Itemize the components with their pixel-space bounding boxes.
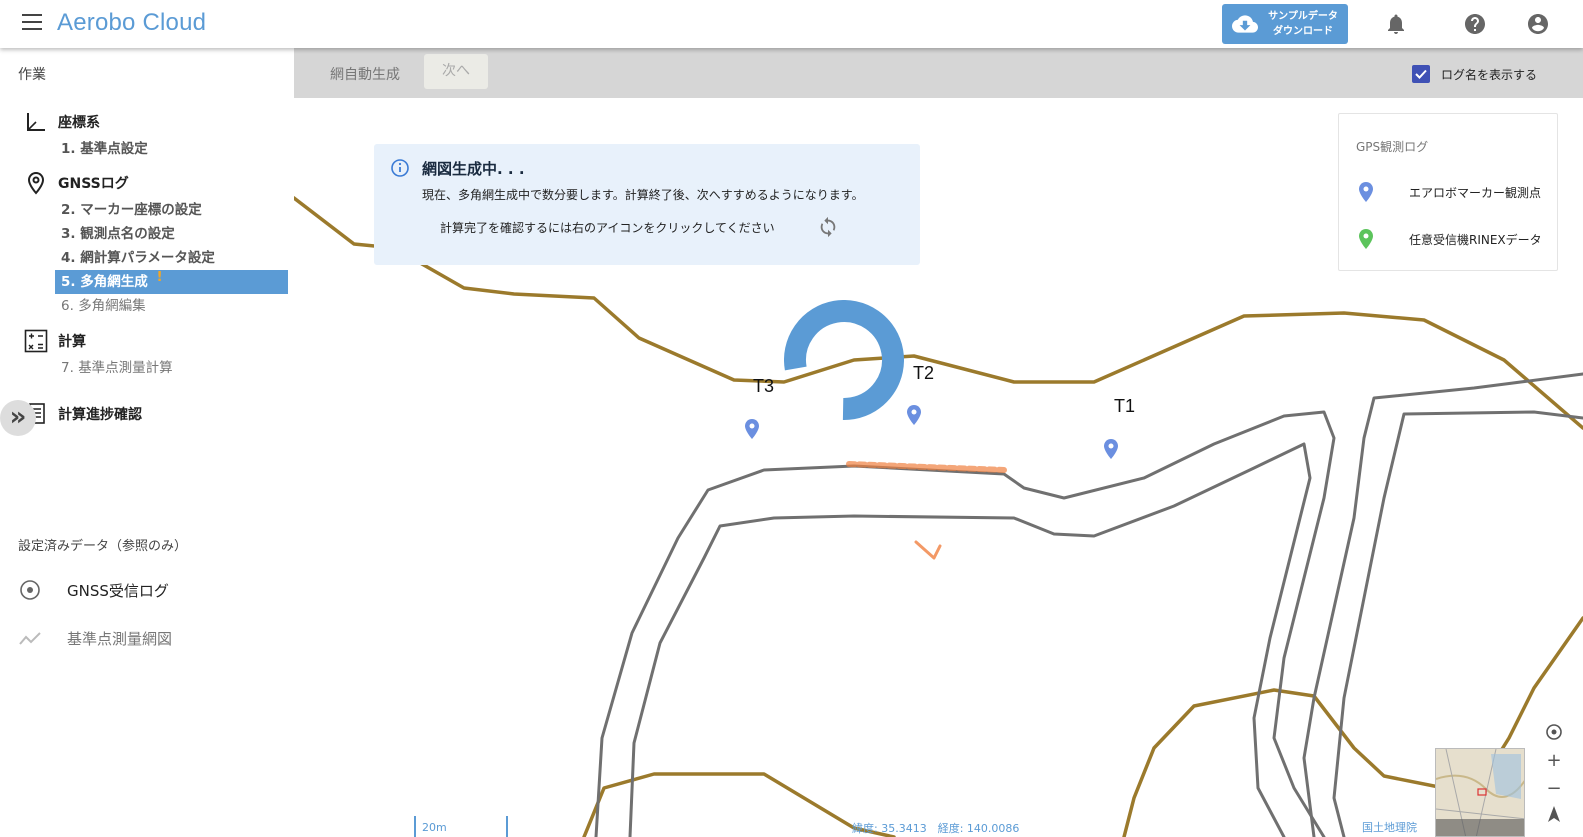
green-pin-icon (1359, 229, 1373, 249)
info-icon (391, 159, 409, 177)
info-message: 現在、多角網生成中で数分要します。計算終了後、次へすすめるようになります。 (422, 188, 864, 202)
map-view[interactable]: T3 T2 T1 網図生成中. . . 現在、多角網生成中で数分要します。計算終… (294, 98, 1583, 837)
sidebar-step-6[interactable]: 6. 多角網編集 (55, 294, 288, 318)
sidebar-step-4[interactable]: 4. 網計算パラメータ設定 (55, 246, 288, 270)
step-label: 多角網編集 (78, 298, 146, 314)
axis-icon (27, 113, 45, 131)
legend-item-label: 任意受信機RINEXデータ (1409, 232, 1542, 247)
sidebar-group-label: 計算進捗確認 (58, 407, 142, 423)
step-number: 4. (61, 250, 76, 266)
sidebar: 作業 座標系 1. 基準点設定 GNSSログ 2. マーカー座標の設定 3. 観… (0, 48, 294, 837)
help-icon[interactable] (1463, 12, 1487, 36)
legend-item-label: エアロボマーカー観測点 (1409, 185, 1542, 200)
reference-item-network[interactable]: 基準点測量網図 (18, 626, 172, 650)
sidebar-step-2[interactable]: 2. マーカー座標の設定 (55, 198, 288, 222)
next-button[interactable]: 次へ (424, 54, 488, 89)
sidebar-group-label: 座標系 (58, 115, 100, 131)
zoom-out-icon[interactable]: − (1543, 778, 1565, 800)
step-label: マーカー座標の設定 (80, 202, 202, 218)
download-label-1: サンプルデータ (1268, 11, 1338, 22)
sidebar-group-gnss[interactable]: GNSSログ (24, 171, 129, 195)
toolbar: 網自動生成 次へ ログ名を表示する (294, 48, 1583, 98)
step-label: 観測点名の設定 (80, 226, 175, 242)
location-pin-icon (27, 171, 45, 195)
account-icon[interactable] (1526, 12, 1550, 36)
cloud-download-icon (1232, 15, 1258, 33)
menu-icon[interactable] (22, 14, 42, 32)
step-number: 2. (61, 202, 76, 218)
scale-label: 20m (422, 821, 447, 834)
map-footer: 20m 緯度: 35.3413 経度: 140.0086 国土地理院 (294, 816, 1583, 837)
sidebar-step-1[interactable]: 1. 基準点設定 (55, 137, 288, 161)
blue-pin-icon (1359, 182, 1373, 202)
point-label-t2: T2 (913, 363, 935, 383)
legend-item-aerobo-marker: エアロボマーカー観測点 (1359, 182, 1541, 202)
reference-item-label: 基準点測量網図 (67, 629, 173, 648)
zoom-in-icon[interactable]: + (1543, 750, 1565, 772)
road-gray-inner (628, 442, 1312, 837)
step-number: 3. (61, 226, 76, 242)
step-label: 基準点測量計算 (78, 360, 173, 376)
bell-icon[interactable] (1384, 12, 1408, 36)
generation-info-alert: 網図生成中. . . 現在、多角網生成中で数分要します。計算終了後、次へすすめる… (374, 144, 920, 265)
step-number: 5. (61, 274, 76, 290)
map-marking-2 (914, 540, 942, 560)
legend-title: GPS観測ログ (1356, 140, 1429, 154)
warning-mark: ! (156, 269, 163, 285)
reference-section-title: 設定済みデータ（参照のみ） (18, 539, 188, 554)
app-title: Aerobo Cloud (57, 9, 207, 36)
step-label: 網計算パラメータ設定 (80, 250, 215, 266)
marker-pin-icon[interactable] (745, 419, 759, 439)
reference-item-gnss-log[interactable]: GNSS受信ログ (18, 578, 169, 602)
step-number: 6. (61, 298, 74, 314)
sidebar-group-progress[interactable]: 計算進捗確認 (24, 402, 142, 426)
reference-item-label: GNSS受信ログ (67, 581, 169, 600)
show-log-names-label: ログ名を表示する (1441, 68, 1538, 82)
collapse-sidebar-icon[interactable]: » (0, 400, 36, 436)
sidebar-group-label: GNSSログ (58, 176, 129, 192)
sidebar-step-7[interactable]: 7. 基準点測量計算 (55, 356, 288, 380)
target-icon (20, 580, 40, 600)
gps-log-legend: GPS観測ログ エアロボマーカー観測点 任意受信機RINEXデータ (1338, 113, 1558, 271)
map-marking (846, 461, 1007, 473)
calculator-icon (24, 329, 48, 353)
my-location-icon[interactable] (1543, 722, 1565, 744)
info-hint: 計算完了を確認するには右のアイコンをクリックしてください (440, 221, 775, 235)
sidebar-group-calc[interactable]: 計算 (24, 329, 86, 353)
attribution-link[interactable]: 国土地理院 (1362, 819, 1417, 835)
step-number: 1. (61, 141, 76, 157)
sample-data-download-button[interactable]: サンプルデータ ダウンロード (1222, 4, 1348, 44)
trend-line-icon (19, 632, 41, 645)
cursor-coordinates: 緯度: 35.3413 経度: 140.0086 (852, 822, 1020, 835)
step-label: 多角網生成 (80, 274, 148, 290)
legend-item-rinex: 任意受信機RINEXデータ (1359, 229, 1542, 249)
sidebar-section-title: 作業 (18, 67, 46, 83)
point-label-t3: T3 (753, 376, 775, 396)
sidebar-group-coordinate[interactable]: 座標系 (24, 110, 100, 134)
sidebar-step-5[interactable]: 5. 多角網生成 ! (55, 269, 288, 294)
marker-pin-icon[interactable] (1104, 439, 1118, 459)
show-log-names-checkbox[interactable] (1412, 65, 1430, 83)
point-label-t1: T1 (1114, 396, 1136, 416)
marker-pin-icon[interactable] (907, 405, 921, 425)
app-header: Aerobo Cloud サンプルデータ ダウンロード (0, 0, 1583, 48)
loading-spinner (784, 300, 904, 420)
refresh-icon[interactable] (817, 216, 839, 238)
step-label: 基準点設定 (80, 141, 148, 157)
info-title: 網図生成中. . . (422, 160, 525, 178)
step-number: 7. (61, 360, 74, 376)
auto-generate-button[interactable]: 網自動生成 (330, 64, 400, 84)
sidebar-step-3[interactable]: 3. 観測点名の設定 (55, 222, 288, 246)
download-label-2: ダウンロード (1273, 26, 1333, 37)
sidebar-group-label: 計算 (58, 334, 86, 350)
scale-bar: 20m (414, 816, 508, 837)
checkmark-icon (1415, 69, 1427, 79)
